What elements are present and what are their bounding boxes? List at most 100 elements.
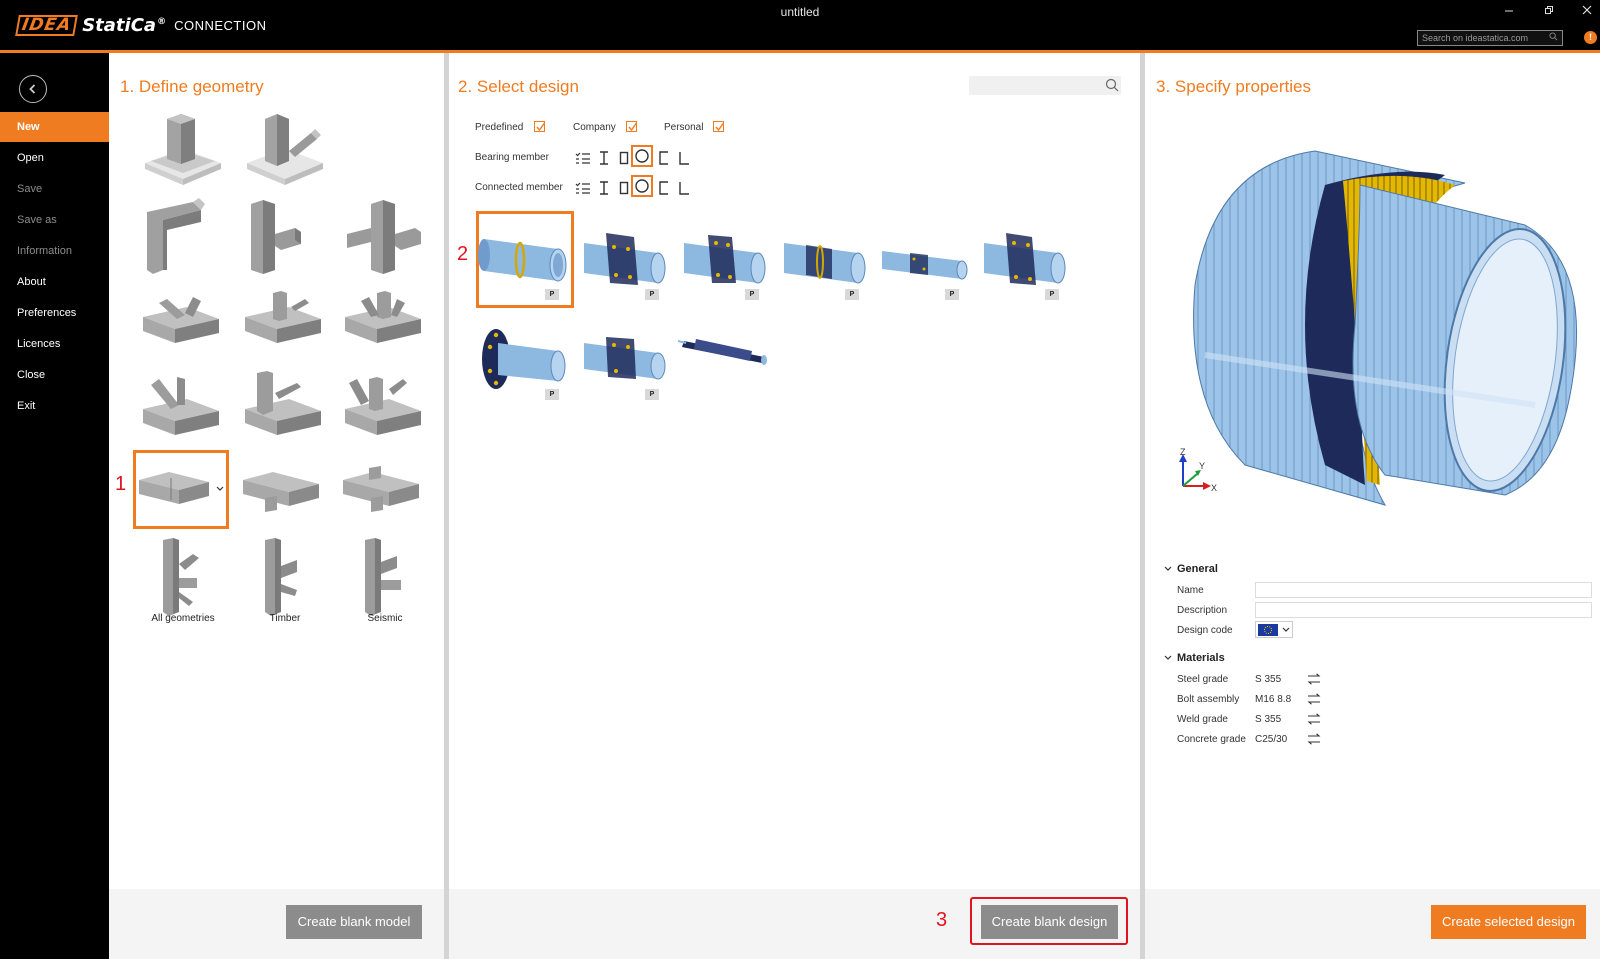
list-icon[interactable]: [574, 149, 592, 167]
back-button[interactable]: [19, 75, 47, 103]
swap-icon[interactable]: [1307, 693, 1321, 705]
circular-hollow-icon[interactable]: [633, 177, 651, 195]
design-panel: 2. Select design Predefined Company Pers…: [449, 53, 1140, 959]
search-icon: [1105, 78, 1119, 92]
geometry-tile-column-base[interactable]: [137, 111, 229, 191]
sidebar-item-save[interactable]: Save: [0, 174, 109, 204]
swap-icon[interactable]: [1307, 673, 1321, 685]
design-tile-cover-plate[interactable]: [776, 213, 876, 303]
predefined-badge: P: [645, 389, 659, 400]
chevron-down-icon: [1282, 627, 1290, 632]
design-tile-slim-splice[interactable]: [876, 213, 976, 303]
geometry-tile-knee[interactable]: [137, 198, 229, 278]
geometry-tile-timber[interactable]: [239, 538, 331, 618]
chevron-down-icon[interactable]: [1163, 565, 1173, 573]
sidebar: New Open Save Save as Information About …: [0, 53, 109, 959]
sidebar-item-open[interactable]: Open: [0, 143, 109, 173]
predefined-badge: P: [545, 289, 559, 300]
chevron-down-icon[interactable]: [215, 485, 225, 493]
minimize-icon[interactable]: [1504, 4, 1514, 18]
geometry-tile-chord-post[interactable]: [239, 285, 331, 365]
bolt-assembly-value[interactable]: M16 8.8: [1255, 694, 1291, 705]
predefined-badge: P: [845, 289, 859, 300]
properties-footer: Create selected design: [1145, 889, 1600, 959]
geometry-tile-chord-brace[interactable]: [137, 285, 229, 365]
steel-grade-value[interactable]: S 355: [1255, 674, 1281, 685]
name-input[interactable]: [1255, 582, 1592, 598]
geometry-tile-chord-k[interactable]: [339, 285, 431, 365]
sidebar-item-exit[interactable]: Exit: [0, 391, 109, 421]
geometry-tile-chord-column[interactable]: [239, 371, 331, 451]
design-tile-gusset-splice-c[interactable]: [576, 313, 676, 403]
design-tile-gusset-splice-a[interactable]: [576, 213, 676, 303]
chevron-down-icon[interactable]: [1163, 654, 1173, 662]
design-code-select[interactable]: [1255, 621, 1293, 638]
filter-personal-label: Personal: [664, 122, 704, 133]
concrete-grade-label: Concrete grade: [1177, 734, 1246, 745]
geometry-tile-cross[interactable]: [339, 198, 431, 278]
description-input[interactable]: [1255, 602, 1592, 618]
axis-y-label: Y: [1199, 461, 1206, 471]
design-tile-bar-splice[interactable]: [676, 313, 776, 403]
i-section-icon[interactable]: [595, 179, 613, 197]
design-footer: 3 Create blank design: [449, 889, 1140, 959]
design-tile-end-plate[interactable]: [476, 313, 576, 403]
connection-3d-preview[interactable]: [1175, 145, 1595, 535]
create-blank-design-button[interactable]: Create blank design: [981, 905, 1118, 939]
sidebar-item-preferences[interactable]: Preferences: [0, 298, 109, 328]
sidebar-item-about[interactable]: About: [0, 267, 109, 297]
sidebar-item-information[interactable]: Information: [0, 236, 109, 266]
design-tile-stiffened-flange[interactable]: [976, 213, 1076, 303]
materials-group-label: Materials: [1177, 652, 1225, 664]
geometry-tile-chord-diagonal[interactable]: [137, 371, 229, 451]
swap-icon[interactable]: [1307, 733, 1321, 745]
sidebar-item-licences[interactable]: Licences: [0, 329, 109, 359]
geometry-tile-chord-multi[interactable]: [339, 371, 431, 451]
concrete-grade-value[interactable]: C25/30: [1255, 734, 1287, 745]
create-selected-design-button[interactable]: Create selected design: [1431, 905, 1586, 939]
design-tile-welded-splice[interactable]: [476, 213, 576, 303]
description-label: Description: [1177, 605, 1228, 616]
channel-section-icon[interactable]: [655, 149, 673, 167]
sidebar-item-save-as[interactable]: Save as: [0, 205, 109, 235]
channel-section-icon[interactable]: [655, 179, 673, 197]
caption-seismic: Seismic: [367, 613, 403, 624]
weld-grade-label: Weld grade: [1177, 714, 1228, 725]
create-blank-model-button[interactable]: Create blank model: [286, 905, 422, 939]
design-tile-gusset-splice-b[interactable]: [676, 213, 776, 303]
product-name: CONNECTION: [174, 17, 267, 33]
filter-personal-checkbox[interactable]: [713, 121, 725, 132]
bearing-member-label: Bearing member: [475, 152, 549, 163]
web-search-input[interactable]: Search on ideastatica.com: [1417, 30, 1563, 46]
geometry-tile-beam-stub[interactable]: [239, 456, 331, 536]
sidebar-item-close[interactable]: Close: [0, 360, 109, 390]
i-section-icon[interactable]: [595, 149, 613, 167]
info-badge-icon[interactable]: !: [1584, 31, 1597, 44]
web-search-placeholder: Search on ideastatica.com: [1422, 33, 1529, 43]
list-icon[interactable]: [574, 179, 592, 197]
axis-z-label: Z: [1180, 447, 1186, 457]
restore-icon[interactable]: [1544, 4, 1554, 18]
close-window-icon[interactable]: [1582, 4, 1592, 18]
sidebar-item-new[interactable]: New: [0, 112, 109, 142]
bolt-assembly-label: Bolt assembly: [1177, 694, 1240, 705]
geometry-tile-beam-cross[interactable]: [339, 456, 431, 536]
circular-hollow-icon[interactable]: [633, 147, 651, 165]
annotation-number-1: 1: [115, 473, 127, 495]
weld-grade-value[interactable]: S 355: [1255, 714, 1281, 725]
design-title: 2. Select design: [458, 77, 579, 96]
design-search-input[interactable]: [969, 76, 1121, 95]
geometry-tile-tee[interactable]: [239, 198, 331, 278]
properties-panel: 3. Specify properties Z Y X General Name…: [1145, 53, 1600, 959]
swap-icon[interactable]: [1307, 713, 1321, 725]
filter-predefined-checkbox[interactable]: [534, 121, 546, 132]
geometry-tile-seismic[interactable]: [339, 538, 431, 618]
name-label: Name: [1177, 585, 1204, 596]
geometry-tile-column-base-brace[interactable]: [239, 111, 331, 191]
geometry-tile-splice-joint[interactable]: [135, 456, 227, 536]
geometry-tile-all-geometries[interactable]: [137, 538, 229, 618]
angle-section-icon[interactable]: [675, 149, 693, 167]
filter-company-checkbox[interactable]: [626, 121, 638, 132]
angle-section-icon[interactable]: [675, 179, 693, 197]
caption-all-geometries: All geometries: [151, 613, 215, 624]
